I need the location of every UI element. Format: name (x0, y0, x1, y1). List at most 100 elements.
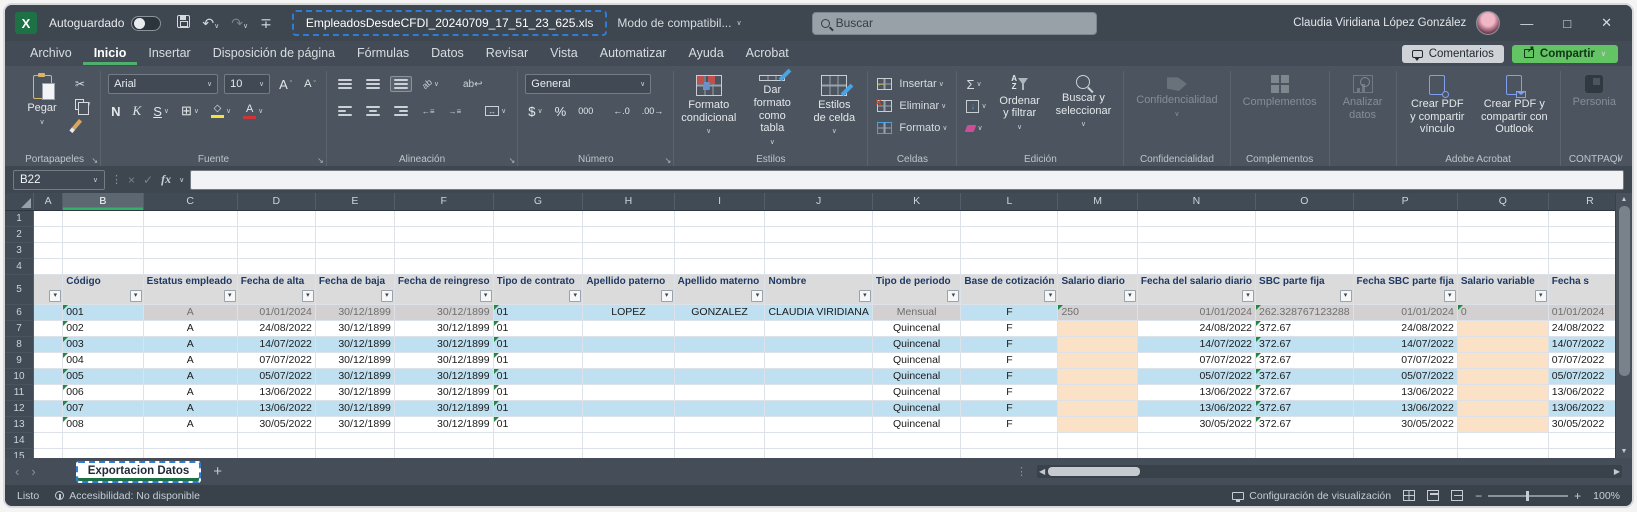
grid-cell[interactable] (872, 258, 961, 274)
menu-tab-automatizar[interactable]: Automatizar (589, 43, 678, 65)
scroll-down-arrow[interactable]: ▼ (1621, 445, 1628, 458)
row-header-13[interactable]: 13 (5, 416, 33, 432)
grid-cell[interactable] (33, 226, 62, 242)
column-header-L[interactable]: L (961, 193, 1058, 210)
grid-cell[interactable]: Quincenal (872, 368, 961, 384)
normal-view-button[interactable] (1403, 490, 1415, 501)
align-right-button[interactable] (390, 103, 412, 119)
grid-cell[interactable]: 372.67 (1256, 384, 1354, 400)
grid-cell[interactable]: F (961, 352, 1058, 368)
grid-cell[interactable] (143, 242, 237, 258)
menu-tab-ayuda[interactable]: Ayuda (677, 43, 734, 65)
grid-cell[interactable]: 372.67 (1256, 320, 1354, 336)
previous-sheet-arrow[interactable]: ‹ (15, 464, 19, 479)
grid-cell[interactable] (1457, 400, 1548, 416)
number-format-select[interactable]: General∨ (525, 74, 651, 94)
add-sheet-button[interactable]: + (213, 463, 222, 480)
grid-cell[interactable] (765, 242, 872, 258)
grid-cell[interactable] (315, 226, 394, 242)
column-header-H[interactable]: H (583, 193, 674, 210)
grid-cell[interactable] (1353, 210, 1457, 226)
grid-cell[interactable] (1457, 258, 1548, 274)
grid-cell[interactable]: Quincenal (872, 352, 961, 368)
grid-cell[interactable] (493, 448, 583, 458)
save-button[interactable] (171, 13, 196, 33)
cut-button[interactable]: ✂ (73, 76, 93, 92)
grid-cell[interactable] (1457, 384, 1548, 400)
percent-format-button[interactable]: % (552, 104, 570, 119)
filter-button[interactable]: ▾ (661, 290, 673, 302)
top-align-button[interactable] (334, 76, 356, 92)
grid-cell[interactable] (1457, 320, 1548, 336)
scrollbar-resize-handle[interactable]: ⋮ (1016, 465, 1027, 478)
grid-cell[interactable] (63, 226, 143, 242)
grid-cell[interactable]: 13/06/2022 (1137, 400, 1255, 416)
grid-cell[interactable] (1137, 258, 1255, 274)
grid-cell[interactable] (143, 210, 237, 226)
grid-cell[interactable] (765, 448, 872, 458)
grid-cell[interactable] (33, 432, 62, 448)
grid-cell[interactable] (315, 210, 394, 226)
grid-cell[interactable] (237, 448, 315, 458)
grid-cell[interactable] (63, 242, 143, 258)
grid-cell[interactable]: 07/07/2022 (237, 352, 315, 368)
row-header-7[interactable]: 7 (5, 320, 33, 336)
font-name-select[interactable]: Arial∨ (108, 74, 218, 94)
grid-cell[interactable]: A (143, 400, 237, 416)
grid-cell[interactable] (493, 210, 583, 226)
grid-cell[interactable] (583, 384, 674, 400)
grid-cell[interactable]: 003 (63, 336, 143, 352)
grid-cell[interactable]: 372.67 (1256, 336, 1354, 352)
grid-cell[interactable] (1353, 432, 1457, 448)
grid-cell[interactable]: 30/12/1899 (394, 304, 493, 320)
grid-cell[interactable]: 13/06/2022 (237, 400, 315, 416)
wrap-text-button[interactable]: ab↩ (459, 76, 487, 93)
sort-filter-button[interactable]: AZ Ordenar y filtrar∨ (994, 72, 1046, 149)
delete-cells-button[interactable]: Eliminar ∨ (875, 98, 949, 114)
grid-cell[interactable] (583, 210, 674, 226)
grid-cell[interactable]: CLAUDIA VIRIDIANA (765, 304, 872, 320)
grid-cell[interactable] (1256, 258, 1354, 274)
increase-decimal-button[interactable]: ←.0 (610, 106, 633, 116)
grid-cell[interactable] (33, 336, 62, 352)
zoom-slider-thumb[interactable] (1526, 491, 1529, 501)
horizontal-scroll-thumb[interactable] (1048, 467, 1140, 476)
grid-cell[interactable] (1256, 226, 1354, 242)
align-left-button[interactable] (334, 103, 356, 119)
dialog-launcher-icon[interactable]: ↘ (665, 156, 672, 165)
grid-cell[interactable] (765, 258, 872, 274)
menu-tab-revisar[interactable]: Revisar (475, 43, 539, 65)
grid-cell[interactable]: A (143, 336, 237, 352)
column-header-P[interactable]: P (1353, 193, 1457, 210)
minimize-button[interactable]: — (1510, 14, 1543, 33)
shrink-font-button[interactable]: Aˇ (301, 78, 319, 90)
conditional-formatting-button[interactable]: Formato condicional∨ (681, 72, 736, 149)
grid-cell[interactable] (1457, 226, 1548, 242)
header-cell[interactable]: Fecha de alta▾ (237, 274, 315, 304)
row-header-14[interactable]: 14 (5, 432, 33, 448)
grid-cell[interactable]: 372.67 (1256, 416, 1354, 432)
redo-button[interactable]: ↷∨ (225, 13, 254, 34)
format-as-table-button[interactable]: Dar formato como tabla∨ (741, 72, 803, 149)
grid-cell[interactable] (765, 226, 872, 242)
align-center-button[interactable] (362, 103, 384, 119)
grid-cell[interactable] (1457, 432, 1548, 448)
zoom-out-button[interactable]: − (1475, 489, 1482, 503)
grid-cell[interactable] (493, 432, 583, 448)
grid-cell[interactable]: 01 (493, 368, 583, 384)
grid-cell[interactable]: 30/12/1899 (315, 336, 394, 352)
grid-cell[interactable]: Quincenal (872, 400, 961, 416)
grid-cell[interactable]: 01 (493, 320, 583, 336)
vertical-scroll-thumb[interactable] (1619, 206, 1630, 376)
grid-cell[interactable]: 14/07/2022 (237, 336, 315, 352)
header-cell[interactable]: Código▾ (63, 274, 143, 304)
grid-cell[interactable] (765, 320, 872, 336)
row-header-3[interactable]: 3 (5, 242, 33, 258)
column-header-J[interactable]: J (765, 193, 872, 210)
row-header-1[interactable]: 1 (5, 210, 33, 226)
menu-tab-insertar[interactable]: Insertar (137, 43, 201, 65)
grid-cell[interactable]: 002 (63, 320, 143, 336)
grid-cell[interactable] (765, 400, 872, 416)
grid-cell[interactable] (583, 242, 674, 258)
grid-cell[interactable]: F (961, 400, 1058, 416)
